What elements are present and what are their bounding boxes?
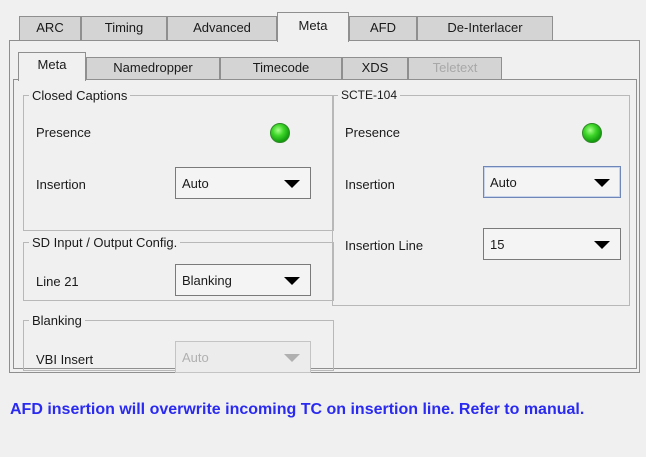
blanking-title: Blanking [32,313,82,328]
tab-afd[interactable]: AFD [349,16,417,40]
meta-subtab-panel: Closed Captions Presence Insertion Auto … [13,79,637,373]
vbi-insert-select: Auto [175,341,311,373]
tab-meta[interactable]: Meta [277,12,349,42]
cc-presence-indicator-icon [270,123,290,143]
vbi-insert-label: VBI Insert [36,352,94,367]
line21-label: Line 21 [36,274,79,289]
insertion-line-label: Insertion Line [345,238,424,253]
scte104-title: SCTE-104 [341,88,398,102]
subtab-teletext: Teletext [408,57,502,79]
tab-advanced[interactable]: Advanced [167,16,277,40]
cc-insertion-label: Insertion [36,177,86,192]
subtab-timecode[interactable]: Timecode [220,57,342,79]
cc-insertion-select[interactable]: Auto [175,167,311,199]
sd-config-title: SD Input / Output Config. [32,235,178,250]
scte-insertion-label: Insertion [345,177,395,192]
chevron-down-icon [284,277,300,285]
cc-insertion-value: Auto [182,176,209,191]
tab-timing[interactable]: Timing [81,16,167,40]
chevron-down-icon [284,354,300,362]
vbi-insert-value: Auto [182,350,209,365]
chevron-down-icon [284,180,300,188]
closed-captions-group: Closed Captions [23,88,334,231]
cc-presence-label: Presence [36,125,91,140]
line21-value: Blanking [182,273,232,288]
insertion-line-value: 15 [490,237,505,252]
chevron-down-icon [594,241,610,249]
insertion-line-select[interactable]: 15 [483,228,621,260]
subtab-namedropper[interactable]: Namedropper [86,57,220,79]
subtab-meta[interactable]: Meta [18,52,86,81]
line21-select[interactable]: Blanking [175,264,311,296]
scte-insertion-value: Auto [490,175,517,190]
scte-presence-label: Presence [345,125,400,140]
tab-arc[interactable]: ARC [19,16,81,40]
scte-insertion-select[interactable]: Auto [483,166,621,198]
scte-presence-indicator-icon [582,123,602,143]
status-message: AFD insertion will overwrite incoming TC… [10,401,585,418]
tab-de-interlacer[interactable]: De-Interlacer [417,16,553,40]
closed-captions-title: Closed Captions [32,88,128,103]
subtab-xds[interactable]: XDS [342,57,408,79]
chevron-down-icon [594,179,610,187]
